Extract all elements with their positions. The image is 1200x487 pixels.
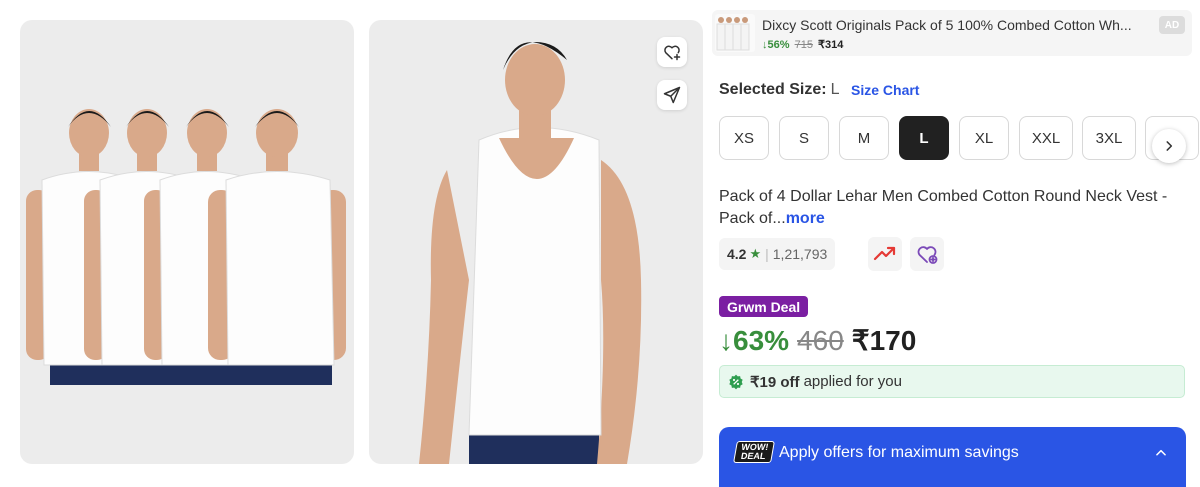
wishlist-compare-button[interactable] — [910, 237, 944, 271]
size-option[interactable]: XXL — [1019, 116, 1073, 160]
deal-tag: Grwm Deal — [719, 296, 809, 317]
ad-thumbnail — [715, 14, 755, 52]
ad-title: Dixcy Scott Originals Pack of 5 100% Com… — [762, 17, 1132, 33]
size-scroll-next-button[interactable] — [1152, 129, 1186, 163]
size-option-selected[interactable]: L — [899, 116, 949, 160]
more-link[interactable]: more — [786, 210, 825, 227]
product-title: Pack of 4 Dollar Lehar Men Combed Cotton… — [719, 186, 1189, 230]
sponsored-ad[interactable]: Dixcy Scott Originals Pack of 5 100% Com… — [712, 10, 1192, 56]
product-image-2[interactable] — [369, 20, 703, 464]
star-icon: ★ — [749, 246, 762, 261]
offer-amount: ₹19 off — [750, 373, 800, 391]
rating-count: 1,21,793 — [772, 246, 828, 262]
size-chart-link[interactable]: Size Chart — [851, 82, 919, 98]
discount-percent: ↓63% — [719, 324, 790, 356]
size-option[interactable]: XL — [959, 116, 1009, 160]
product-photo-single — [419, 42, 642, 464]
apply-offers-label: Apply offers for maximum savings — [779, 444, 1019, 461]
ad-price-row: ↓56% 715 ₹314 — [762, 38, 843, 51]
heart-plus-icon — [664, 45, 681, 61]
ad-mrp: 715 — [794, 39, 813, 51]
discount-badge-icon — [729, 374, 743, 389]
ad-discount: ↓56% — [762, 39, 790, 51]
price-trend-button[interactable] — [868, 237, 902, 271]
model-figure — [208, 109, 346, 385]
selected-size-heading: Selected Size: — [719, 81, 827, 98]
final-price: ₹170 — [851, 325, 917, 356]
heart-compare-icon — [917, 246, 938, 264]
selected-size-value: L — [830, 81, 840, 98]
trending-up-icon — [873, 246, 896, 261]
rating-value: 4.2 — [727, 246, 747, 262]
chevron-up-icon[interactable] — [1154, 446, 1168, 460]
ad-badge: AD — [1159, 16, 1185, 34]
ad-final-price: ₹314 — [818, 39, 844, 51]
size-option[interactable]: XS — [719, 116, 769, 160]
size-option[interactable]: 3XL — [1082, 116, 1136, 160]
wow-deal-logo: WOW! DEAL — [733, 441, 775, 463]
rating-separator: | — [765, 246, 769, 262]
share-button[interactable] — [657, 80, 687, 110]
wishlist-button[interactable] — [657, 37, 687, 67]
ad-product-image — [716, 17, 750, 51]
size-option[interactable]: S — [779, 116, 829, 160]
offer-applied-banner: ₹19 off applied for you — [719, 365, 1185, 398]
apply-offers-panel[interactable]: WOW! DEAL Apply offers for maximum savin… — [719, 427, 1186, 487]
product-photo-group — [26, 109, 346, 385]
offer-text: applied for you — [803, 373, 902, 390]
wow-deal-logo-line2: DEAL — [740, 451, 767, 461]
send-icon — [663, 86, 681, 104]
chevron-right-icon — [1166, 141, 1173, 151]
size-option[interactable]: M — [839, 116, 889, 160]
rating-badge[interactable]: 4.2 ★ | 1,21,793 — [719, 238, 836, 270]
price-row: ↓63% 460 ₹170 — [719, 324, 916, 357]
product-image-1[interactable] — [20, 20, 354, 464]
selected-size-label: Selected Size: L — [719, 81, 840, 99]
original-price: 460 — [797, 324, 844, 356]
